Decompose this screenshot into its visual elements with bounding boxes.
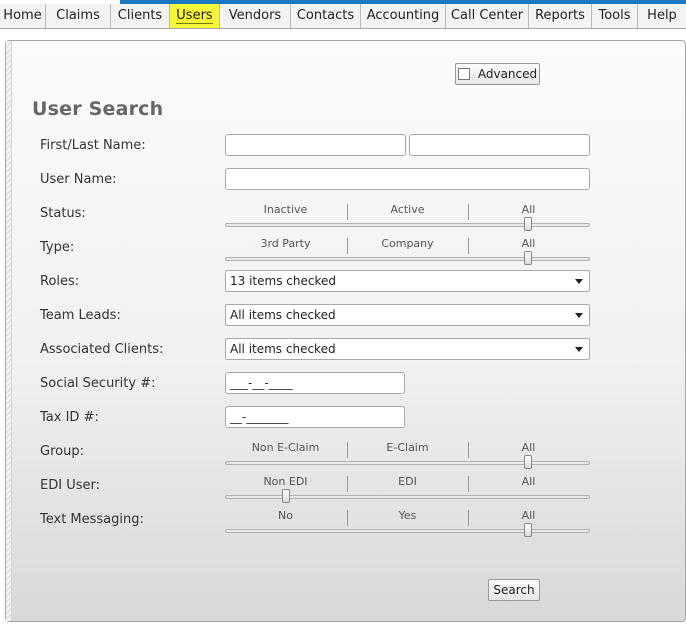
type-thumb[interactable]	[524, 251, 532, 265]
group-slider[interactable]: Non E-Claim E-Claim All	[225, 441, 590, 471]
group-option-all: All	[521, 441, 536, 454]
team-leads-dropdown[interactable]: All items checked	[225, 304, 590, 326]
roles-dropdown[interactable]: 13 items checked	[225, 270, 590, 292]
team-leads-label: Team Leads:	[40, 308, 121, 323]
text-messaging-thumb[interactable]	[524, 523, 532, 537]
type-option-company: Company	[381, 237, 434, 250]
type-slider[interactable]: 3rd Party Company All	[225, 237, 590, 267]
status-option-inactive: Inactive	[263, 203, 308, 216]
first-last-name-label: First/Last Name:	[40, 138, 146, 153]
user-name-input[interactable]	[225, 168, 590, 190]
chevron-down-icon[interactable]	[575, 347, 583, 352]
advanced-checkbox[interactable]	[457, 68, 470, 80]
associated-clients-label: Associated Clients:	[40, 342, 164, 357]
edi-option-edi: EDI	[398, 475, 417, 488]
nav-help[interactable]: Help	[638, 4, 686, 28]
nav-vendors[interactable]: Vendors	[220, 4, 291, 28]
first-name-input[interactable]	[225, 134, 406, 156]
type-track[interactable]	[225, 257, 590, 261]
last-name-input[interactable]	[409, 134, 590, 156]
type-label: Type:	[40, 240, 75, 255]
text-messaging-option-all: All	[521, 509, 536, 522]
status-label: Status:	[40, 206, 86, 221]
nav-accounting[interactable]: Accounting	[361, 4, 446, 28]
nav-claims[interactable]: Claims	[46, 4, 111, 28]
nav-contacts[interactable]: Contacts	[291, 4, 361, 28]
nav-reports[interactable]: Reports	[529, 4, 592, 28]
roles-value: 13 items checked	[230, 274, 336, 288]
status-thumb[interactable]	[524, 217, 532, 231]
ssn-input[interactable]: ___-__-____	[225, 372, 405, 394]
status-slider[interactable]: Inactive Active All	[225, 203, 590, 233]
nav-call-center[interactable]: Call Center	[446, 4, 529, 28]
group-track[interactable]	[225, 461, 590, 465]
status-option-all: All	[521, 203, 536, 216]
chevron-down-icon[interactable]	[575, 313, 583, 318]
team-leads-value: All items checked	[230, 308, 336, 322]
nav-home[interactable]: Home	[0, 4, 46, 28]
roles-label: Roles:	[40, 274, 80, 289]
text-messaging-slider[interactable]: No Yes All	[225, 509, 590, 539]
status-track[interactable]	[225, 223, 590, 227]
edi-user-thumb[interactable]	[282, 489, 290, 503]
group-option-non-e-claim: Non E-Claim	[251, 441, 320, 454]
ssn-label: Social Security #:	[40, 376, 156, 391]
associated-clients-dropdown[interactable]: All items checked	[225, 338, 590, 360]
panel-gutter	[6, 41, 12, 621]
advanced-label: Advanced	[477, 67, 538, 81]
chevron-down-icon[interactable]	[575, 279, 583, 284]
group-thumb[interactable]	[524, 455, 532, 469]
page-title: User Search	[32, 98, 164, 120]
nav-clients[interactable]: Clients	[111, 4, 170, 28]
text-messaging-track[interactable]	[225, 529, 590, 533]
associated-clients-value: All items checked	[230, 342, 336, 356]
user-name-label: User Name:	[40, 172, 117, 187]
edi-user-track[interactable]	[225, 495, 590, 499]
group-label: Group:	[40, 444, 84, 459]
text-messaging-option-yes: Yes	[398, 509, 417, 522]
text-messaging-label: Text Messaging:	[40, 512, 144, 527]
nav-users[interactable]: Users	[170, 4, 220, 28]
search-button[interactable]: Search	[488, 579, 540, 601]
main-nav: Home Claims Clients Users Vendors Contac…	[0, 4, 686, 29]
text-messaging-option-no: No	[278, 509, 293, 522]
edi-user-slider[interactable]: Non EDI EDI All	[225, 475, 590, 505]
nav-tools[interactable]: Tools	[592, 4, 638, 28]
edi-user-label: EDI User:	[40, 478, 100, 493]
edi-option-all: All	[521, 475, 536, 488]
edi-option-non-edi: Non EDI	[263, 475, 308, 488]
status-option-active: Active	[390, 203, 425, 216]
advanced-toggle[interactable]: Advanced	[455, 63, 540, 85]
tax-id-input[interactable]: __-_______	[225, 406, 405, 428]
type-option-all: All	[521, 237, 536, 250]
tax-id-label: Tax ID #:	[40, 410, 99, 425]
type-option-3rd-party: 3rd Party	[260, 237, 311, 250]
group-option-e-claim: E-Claim	[386, 441, 429, 454]
